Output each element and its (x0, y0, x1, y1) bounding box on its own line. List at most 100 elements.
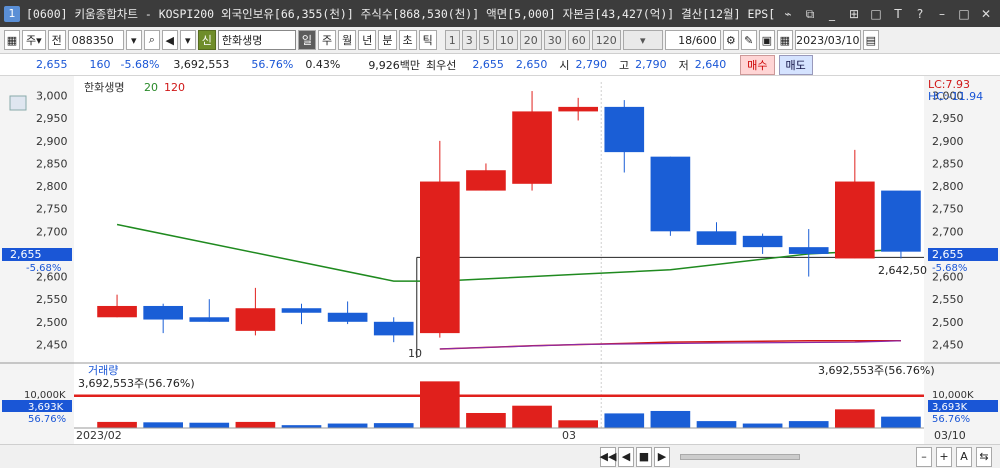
date-field[interactable]: 2023/03/10 (794, 30, 861, 50)
quote-open: 2,790 (575, 58, 608, 71)
window-titlebar: 1 [0600] 키움종합차트 - KOSPI200 외국인보유[66,355(… (0, 0, 1000, 27)
period-button-day[interactable]: 일 (297, 30, 317, 50)
volume-info-right: 3,692,553주(56.76%) (818, 364, 935, 377)
period-type-value: 주 (26, 34, 37, 47)
text-icon[interactable]: T (890, 6, 906, 22)
y-tick-left: 2,800 (36, 180, 68, 193)
period-button-second[interactable]: 초 (398, 30, 417, 50)
draw-icon[interactable]: ✎ (740, 30, 757, 50)
minimize-icon[interactable]: _ (824, 6, 840, 22)
volume-bar (742, 423, 783, 428)
close-icon[interactable]: ✕ (978, 6, 994, 22)
interval-button-3[interactable]: 3 (461, 30, 477, 50)
restore-icon[interactable]: ⊞ (846, 6, 862, 22)
tool-icon[interactable]: ⚙ (722, 30, 739, 50)
rewind-icon[interactable]: ◀◀ (600, 446, 616, 467)
stock-name-field[interactable]: 한화생명 (217, 30, 296, 50)
y-tick-right: 2,450 (932, 338, 964, 351)
candle-body (327, 312, 368, 322)
calendar-icon[interactable]: ▤ (862, 30, 879, 50)
interval-button-10[interactable]: 10 (495, 30, 518, 50)
grid-icon[interactable]: ▦ (776, 30, 793, 50)
volume-bar (835, 409, 875, 428)
candle-body (466, 170, 506, 191)
font-icon[interactable]: A (956, 446, 972, 467)
stock-chart[interactable]: 2,4502,5002,5502,6002,6502,7002,7502,800… (0, 76, 1000, 444)
count-field[interactable]: 18/600 (664, 30, 721, 50)
interval-button-1[interactable]: 1 (444, 30, 460, 50)
quote-volume-pct: 56.76% (251, 58, 294, 71)
period-button-month[interactable]: 월 (338, 30, 357, 50)
y-tick-right: 2,700 (932, 225, 964, 238)
prev-button[interactable]: 전 (47, 30, 66, 50)
ma20-label: 20 (144, 81, 158, 94)
price-line-label: 2,642,50 (878, 264, 927, 277)
scroll-slider[interactable] (680, 453, 800, 460)
period-type-select[interactable]: 주 ▾ (22, 30, 46, 50)
x-label-feb: 2023/02 (76, 429, 122, 442)
sell-button[interactable]: 매도 (778, 54, 813, 75)
volume-bar (189, 422, 230, 428)
volume-bar (512, 405, 552, 428)
window-maximize-icon[interactable]: □ (956, 6, 972, 22)
save-icon[interactable]: ▣ (758, 30, 775, 50)
chart-footer: ◀◀ ◀ ■ ▶ – + A ⇆ (0, 444, 1000, 468)
play-icon[interactable]: ▶ (654, 446, 670, 467)
step-back-icon[interactable]: ◀ (618, 446, 634, 467)
candle-body (742, 235, 783, 248)
zoom-controls: – + A ⇆ (916, 446, 992, 467)
candle-body (558, 106, 598, 112)
period-button-minute[interactable]: 분 (378, 30, 397, 50)
volume-bar (604, 413, 645, 428)
zoom-in-icon[interactable]: + (936, 446, 952, 467)
quote-turnover-pct: 0.43% (305, 58, 341, 71)
link-icon[interactable]: ⌁ (780, 6, 796, 22)
y-tick-right: 2,800 (932, 180, 964, 193)
maximize-icon[interactable]: □ (868, 6, 884, 22)
stock-code-input[interactable]: 088350 (67, 30, 124, 50)
candle-body (604, 106, 645, 153)
settings-icon[interactable]: ⇆ (976, 446, 992, 467)
volume-current-pct-left: 56.76% (28, 414, 66, 425)
zoom-out-icon[interactable]: – (916, 446, 932, 467)
interval-button-20[interactable]: 20 (519, 30, 542, 50)
volume-bar (466, 412, 506, 428)
interval-button-5[interactable]: 5 (478, 30, 494, 50)
dropdown-icon[interactable]: ▾ (125, 30, 142, 50)
period-button-year[interactable]: 년 (358, 30, 377, 50)
y-tick-right: 2,900 (932, 135, 964, 148)
window-minimize-icon[interactable]: – (934, 6, 950, 22)
stop-icon[interactable]: ■ (636, 446, 652, 467)
period-button-week[interactable]: 주 (318, 30, 337, 50)
candle-body (650, 156, 691, 232)
period-button-tick[interactable]: 틱 (418, 30, 437, 50)
volume-bar (327, 423, 368, 428)
panel-menu-icon[interactable] (9, 95, 27, 111)
chevron-down-icon[interactable]: ▾ (179, 30, 196, 50)
interval-button-30[interactable]: 30 (543, 30, 566, 50)
buy-button[interactable]: 매수 (740, 54, 775, 75)
interval-button-60[interactable]: 60 (567, 30, 590, 50)
search-icon[interactable]: ⌕ (143, 30, 160, 50)
y-tick-left: 2,550 (36, 293, 68, 306)
candle-body (788, 247, 829, 254)
quote-amount: 9,926백만 (368, 58, 421, 72)
app-icon: 1 (4, 5, 20, 22)
chart-title: 한화생명 (84, 81, 124, 94)
period-count-label: 10 (408, 347, 422, 360)
speaker-icon[interactable]: ◀ (161, 30, 178, 50)
candle-body (235, 308, 276, 331)
candle-body (881, 190, 921, 252)
quote-high-label: 고 (619, 58, 630, 72)
copy-icon[interactable]: ⧉ (802, 6, 818, 22)
volume-bar (420, 381, 460, 428)
help-icon[interactable]: ? (912, 6, 928, 22)
candle-body (512, 111, 552, 184)
layout-icon[interactable]: ▦ (4, 30, 20, 50)
quote-change-pct: -5.68% (120, 58, 160, 71)
y-tick-right: 2,550 (932, 293, 964, 306)
interval-custom-select[interactable]: ▾ (622, 30, 663, 50)
y-tick-right: 2,850 (932, 157, 964, 170)
interval-button-120[interactable]: 120 (591, 30, 621, 50)
quote-preferred-label: 최우선 (426, 58, 457, 72)
